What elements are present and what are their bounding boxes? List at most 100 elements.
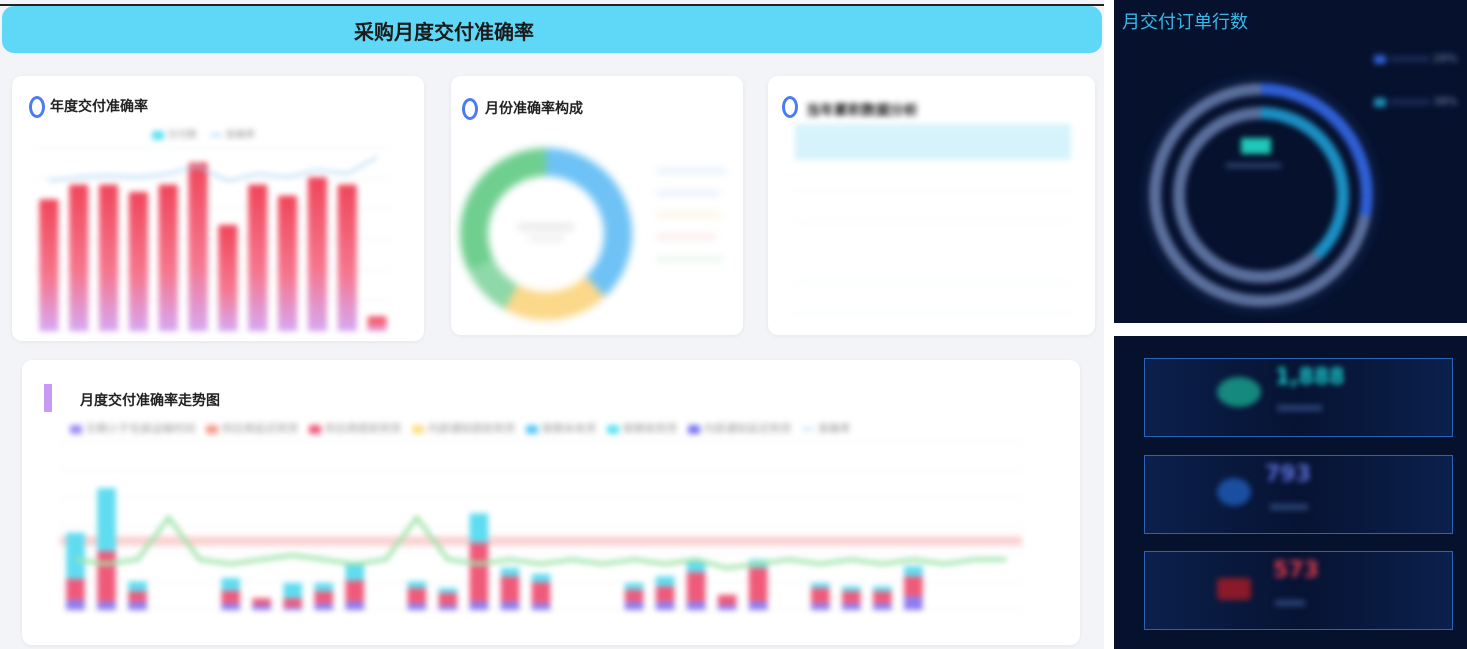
stacked-bar-segment [686,572,706,602]
table-row [795,160,1071,191]
bar [367,316,387,331]
bar [218,224,238,331]
donut-center-label [518,224,574,230]
stacked-bar-segment [97,488,116,552]
stacked-bar-segment [469,513,489,543]
stacked-bar-segment [283,583,303,599]
kpi-label [1270,504,1308,510]
stacked-bar-segment [904,596,923,610]
stacked-bar-segment [748,601,768,610]
stacked-bar-segment [500,576,520,602]
stacked-bar-segment [624,589,644,602]
target-band [60,536,1022,546]
stacked-bar-segment [97,601,116,610]
stacked-bar-segment [717,604,737,610]
stacked-bar-segment [717,594,737,605]
bar [128,191,148,331]
stacked-bar-segment [128,581,147,592]
stacked-bar-segment [810,583,830,589]
center-value-block [1241,138,1271,154]
stacked-bar-segment [314,583,334,592]
stacked-bar-segment [469,542,489,602]
kpi-card: 793 [1144,455,1453,534]
bar [69,184,89,331]
bar [278,195,298,331]
stacked-bar-segment [686,562,706,573]
stacked-bar-segment [904,576,923,597]
stacked-bar-segment [314,591,334,604]
legend-row [656,257,724,261]
donut-center-value [528,236,564,241]
stacked-bar-segment [128,591,147,602]
stacked-bar-segment [500,568,520,577]
bar [307,177,327,331]
stacked-bar-segment [407,603,427,610]
stacked-bar-segment [655,601,675,610]
composition-card: 月份准确率构成 [451,76,743,335]
stacked-bar-segment [314,603,334,610]
stacked-bar-segment [66,578,85,600]
stacked-bar-segment [842,603,861,610]
annual-chart [34,147,392,332]
stacked-bar-segment [407,588,427,604]
left-dashboard: 采购月度交付准确率 年度交付准确率 交付数 准确率 月份准确率构成 当年累积数据… [0,0,1104,649]
stacked-bar-segment [252,598,272,605]
kpi-label [1277,405,1322,411]
stacked-bar-segment [469,601,489,610]
bar [158,184,178,331]
stacked-bar-segment [128,601,147,610]
stacked-bar-segment [66,599,85,610]
stacked-bar-segment [748,568,768,602]
stacked-bar-segment [283,606,303,610]
orders-panel: 月交付订单行数 28% 38% [1114,0,1467,323]
cumulative-table [795,124,1071,334]
stacked-bar-segment [531,603,551,610]
table-row [795,314,1071,335]
stacked-bar-segment [252,604,272,610]
stacked-bar-segment [438,593,458,605]
kpi-label [1275,600,1305,606]
legend-row [656,191,720,195]
table-row [795,283,1071,314]
table-row [795,191,1071,222]
kpi-value: 573 [1273,558,1319,583]
donut-slice [460,148,547,271]
kpi-icon [1217,578,1251,600]
orders-ring-chart [1142,76,1380,314]
stacked-bar-segment [842,591,861,604]
trend-card: 月度交付准确率走势图 交期小于包装运输时间 供应商延迟到货 供应商提前到货 内部… [22,360,1080,645]
stacked-bar-segment [345,580,365,602]
composition-legend [656,161,736,279]
kpi-card: 1,888 [1144,358,1453,437]
stacked-bar-segment [624,601,644,610]
bar [39,199,59,331]
bar [337,184,357,331]
kpi-card: 573 [1144,551,1453,630]
kpi-icon [1217,478,1251,506]
trend-chart [60,441,1022,611]
stacked-bar-segment [531,582,551,604]
table-header [795,124,1071,160]
kpi-value: 1,888 [1275,365,1345,390]
annual-accuracy-card: 年度交付准确率 交付数 准确率 [12,76,424,341]
stacked-bar-segment [221,603,240,610]
page-title: 采购月度交付准确率 [354,20,534,44]
stacked-bar-segment [438,604,458,610]
stacked-bar-segment [221,578,240,591]
ring-icon [782,96,798,118]
legend-row [656,169,726,173]
stacked-bar-segment [873,586,892,592]
stacked-bar-segment [842,586,861,592]
stacked-bar-segment [624,583,644,590]
bar [248,184,268,331]
stacked-bar-segment [345,601,365,610]
stacked-bar-segment [686,601,706,610]
dashboard-header: 采购月度交付准确率 [2,6,1102,53]
stacked-bar-segment [407,581,427,589]
stacked-bar-segment [873,591,892,604]
bar [99,184,119,331]
donut-slice [468,258,519,310]
stacked-bar-segment [873,603,892,610]
stacked-bar-segment [97,551,116,602]
table-row [795,222,1071,283]
